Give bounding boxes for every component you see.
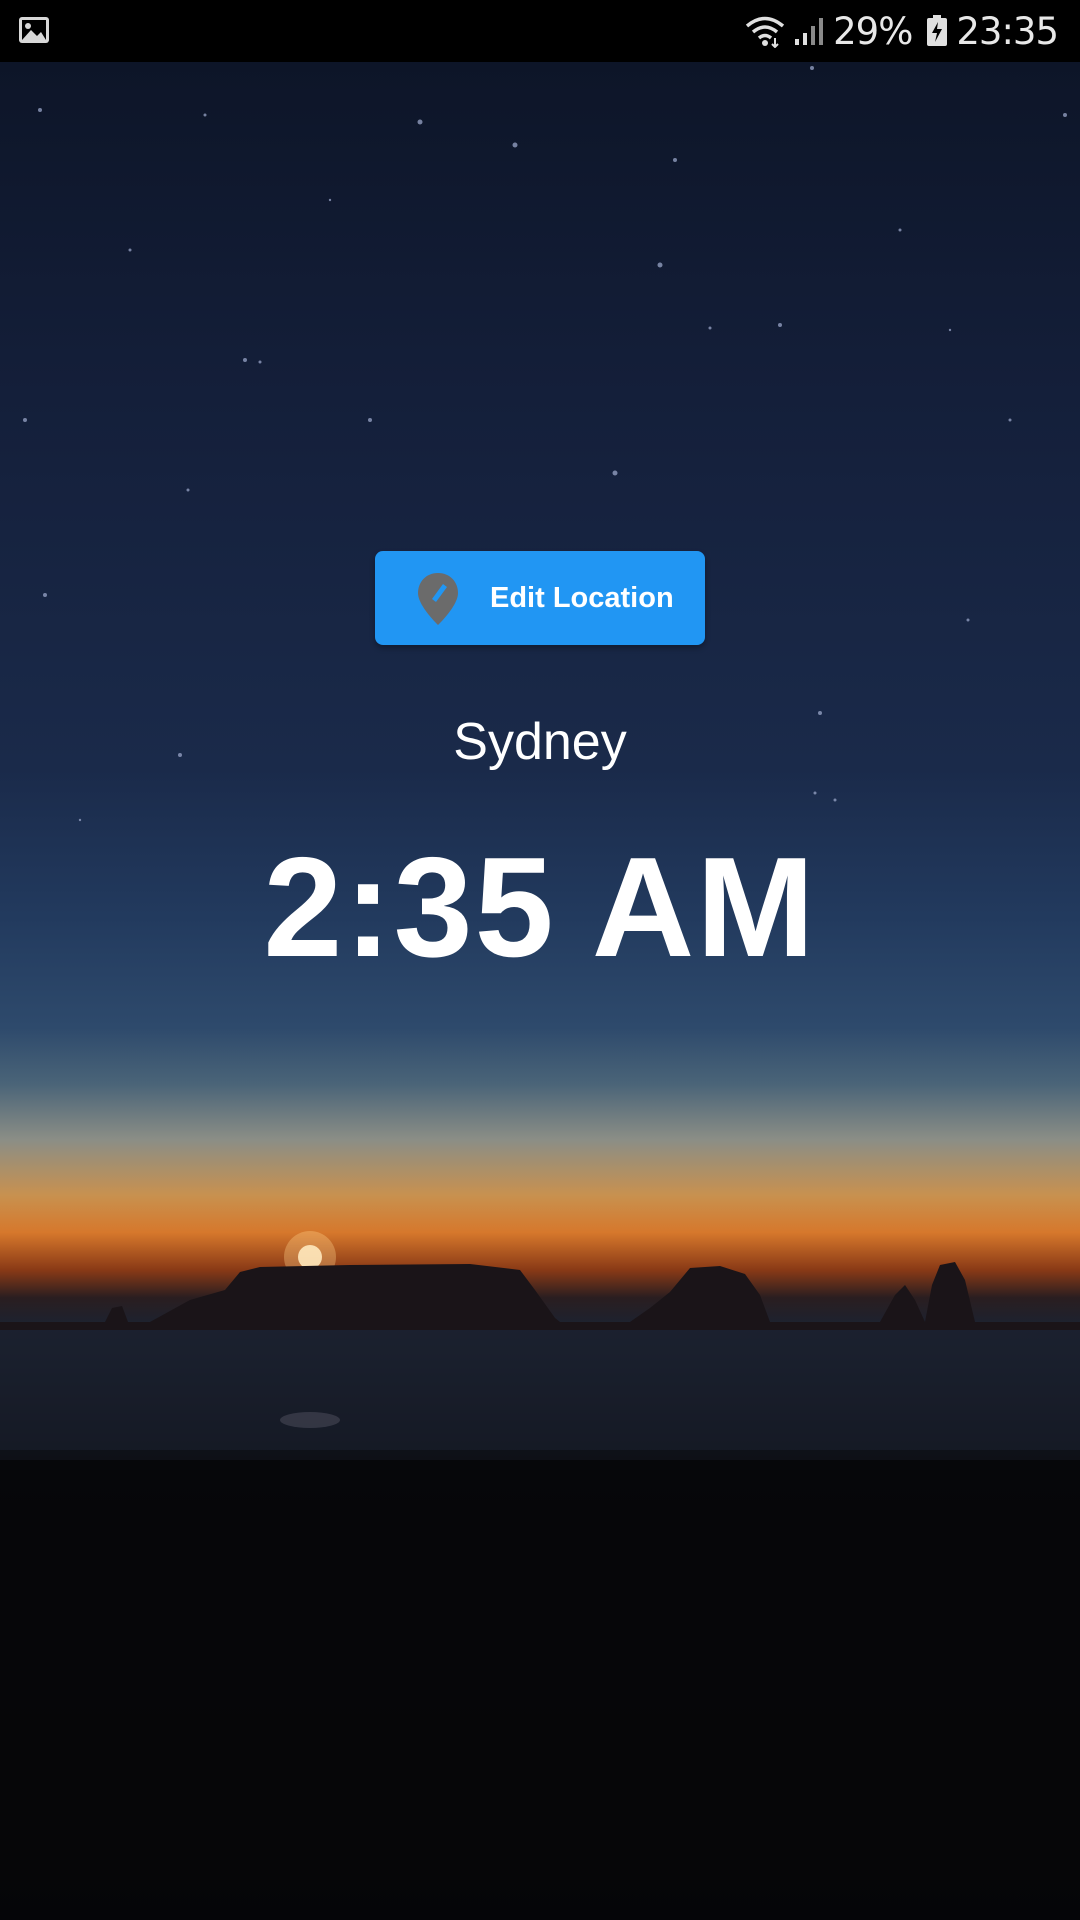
status-bar: 29% 23:35 [0,0,1080,62]
battery-percent: 29% [833,9,913,53]
location-pin-icon [418,573,458,625]
city-name: Sydney [453,713,627,771]
edit-location-button[interactable]: Edit Location [375,551,705,645]
island-silhouettes [0,1262,1080,1330]
gallery-icon [19,17,49,43]
wifi-icon [745,16,785,48]
battery-charging-icon [927,15,948,46]
time-display: 2:35 AM [263,828,817,987]
status-clock: 23:35 [956,9,1059,53]
edit-location-label: Edit Location [490,582,674,614]
background-image [0,62,1080,1920]
night-sky-coast-image [0,66,1080,1920]
signal-icon [795,18,824,45]
stars [23,66,1067,822]
